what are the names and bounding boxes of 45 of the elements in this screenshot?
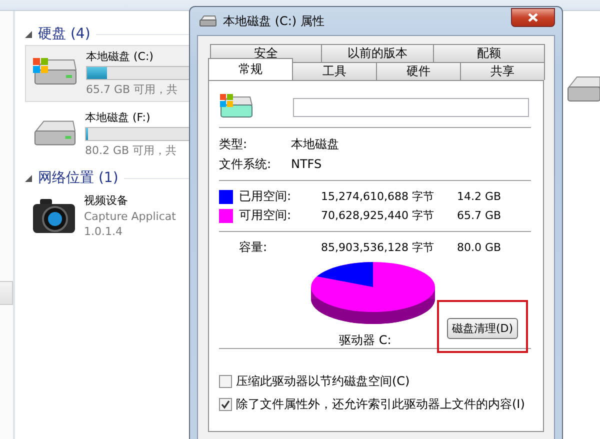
- capacity-label: 容量:: [239, 239, 268, 256]
- size-value: 80.0 GB: [457, 241, 502, 254]
- close-icon: [528, 13, 538, 22]
- expand-arrow-icon[interactable]: [25, 174, 32, 182]
- bytes-value: 15,274,610,688 字节: [321, 189, 435, 204]
- window-title: 本地磁盘 (C:) 属性: [223, 12, 326, 30]
- checkbox[interactable]: [219, 375, 232, 388]
- scroll-handle[interactable]: [0, 281, 13, 305]
- space-label: 可用空间:: [239, 207, 292, 224]
- bytes-value: 85,903,536,128 字节: [321, 240, 435, 255]
- drive-item[interactable]: 本地磁盘 (F:) 80.2 GB 可用，共: [25, 106, 198, 163]
- space-label: 已用空间:: [239, 188, 292, 205]
- drive-name-field[interactable]: [293, 98, 529, 116]
- expand-arrow-icon[interactable]: [25, 30, 32, 38]
- group-title: 网络位置 (1): [38, 169, 118, 187]
- size-value: 65.7 GB: [457, 209, 502, 222]
- checkbox-label: 压缩此驱动器以节约磁盘空间(C): [236, 373, 410, 390]
- property-value: 本地磁盘: [291, 136, 339, 152]
- group-title: 硬盘 (4): [38, 25, 90, 43]
- device-item[interactable]: 视频设备 Capture Applicat 1.0.1.4: [25, 189, 198, 243]
- tab[interactable]: 配额: [432, 44, 545, 62]
- device-description: Capture Applicat: [84, 210, 176, 223]
- free-space-text: 65.7 GB 可用，共: [86, 82, 179, 97]
- drive-caption: 驱动器 C:: [339, 332, 392, 348]
- tab[interactable]: 工具: [292, 62, 377, 80]
- property-value: NTFS: [291, 157, 322, 171]
- bytes-value: 70,628,925,440 字节: [321, 208, 435, 223]
- free-space-text: 80.2 GB 可用，共: [85, 143, 178, 158]
- drive-name: 本地磁盘 (F:): [85, 110, 152, 125]
- tab[interactable]: 硬件: [376, 62, 461, 80]
- disk-cleanup-button[interactable]: 磁盘清理(D): [447, 318, 518, 338]
- tab[interactable]: 以前的版本: [321, 44, 434, 62]
- checkbox-label: 除了文件属性外，还允许索引此驱动器上文件的内容(I): [236, 396, 525, 413]
- tab[interactable]: 常规: [208, 58, 293, 80]
- device-version: 1.0.1.4: [84, 225, 124, 238]
- checkbox[interactable]: [219, 398, 232, 411]
- camera-icon: [32, 196, 76, 234]
- size-value: 14.2 GB: [457, 190, 502, 203]
- property-label: 类型:: [219, 136, 248, 152]
- drive-name: 本地磁盘 (C:): [86, 49, 154, 64]
- close-button[interactable]: [511, 8, 555, 27]
- drive-icon: [199, 14, 217, 28]
- device-name: 视频设备: [84, 193, 129, 208]
- property-label: 文件系统:: [219, 156, 272, 172]
- tab[interactable]: 共享: [460, 62, 545, 80]
